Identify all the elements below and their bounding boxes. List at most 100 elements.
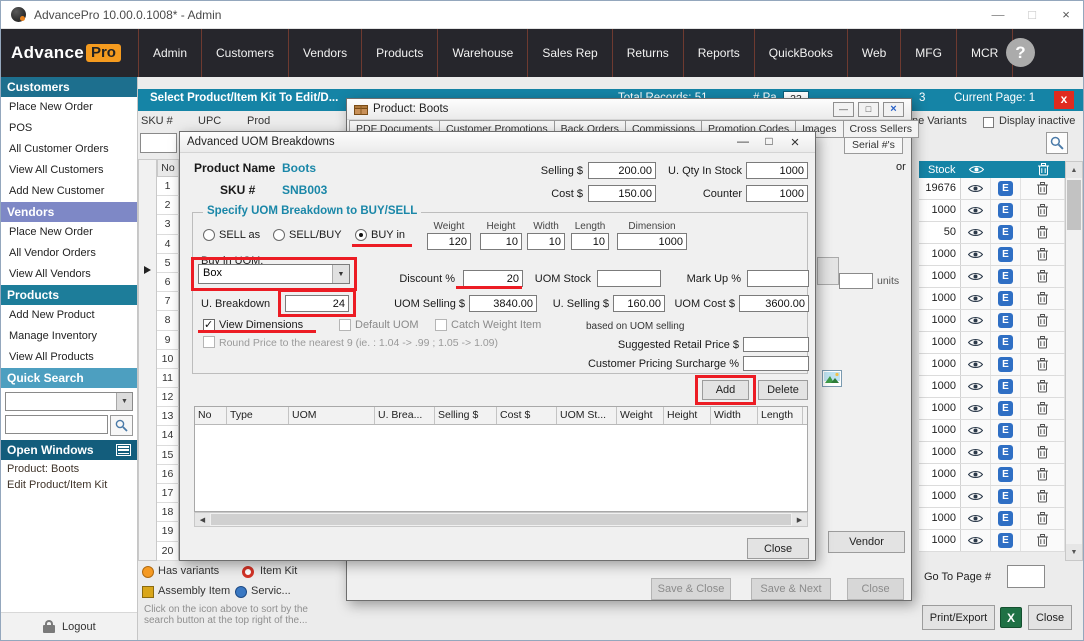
delete-row-button[interactable] <box>1021 486 1065 507</box>
edit-row-button[interactable] <box>991 222 1021 243</box>
edit-row-button[interactable] <box>991 508 1021 529</box>
edit-row-button[interactable] <box>991 420 1021 441</box>
uom-grid-column-header[interactable]: Type <box>227 407 289 424</box>
view-row-button[interactable] <box>961 178 991 199</box>
chevron-down-icon[interactable]: ▼ <box>116 393 132 410</box>
sidebar-item[interactable]: All Customer Orders <box>1 139 137 160</box>
product-dialog-titlebar[interactable]: Product: Boots — □ × <box>347 99 911 120</box>
edit-row-button[interactable] <box>991 310 1021 331</box>
row-number-cell[interactable]: 19 <box>157 522 179 541</box>
u-breakdown-field[interactable]: 24 <box>285 295 349 312</box>
column-prod[interactable]: Prod <box>247 115 270 127</box>
row-number-cell[interactable]: 13 <box>157 407 179 426</box>
nav-menu-item[interactable]: Sales Rep <box>528 29 612 77</box>
chevron-down-icon[interactable]: ▼ <box>332 265 349 283</box>
uom-grid-column-header[interactable]: Selling $ <box>435 407 497 424</box>
sidebar-item[interactable]: Place New Order <box>1 222 137 243</box>
horizontal-scrollbar[interactable]: ◀ ▶ <box>194 512 808 527</box>
row-number-cell[interactable]: 15 <box>157 446 179 465</box>
radio-buy-in[interactable]: BUY in <box>355 229 405 241</box>
default-uom-checkbox[interactable]: Default UOM <box>339 319 419 331</box>
go-to-page-input[interactable] <box>1007 565 1045 588</box>
discount-field[interactable]: 20 <box>463 270 523 287</box>
delete-row-button[interactable] <box>1021 266 1065 287</box>
sidebar-item[interactable]: View All Products <box>1 347 137 368</box>
row-number-cell[interactable]: 6 <box>157 273 179 292</box>
product-image-icon[interactable] <box>822 370 842 392</box>
nav-menu-item[interactable]: Returns <box>613 29 684 77</box>
edit-row-button[interactable] <box>991 354 1021 375</box>
cost-field[interactable]: 150.00 <box>588 185 656 202</box>
qty-in-stock-field[interactable]: 1000 <box>746 162 808 179</box>
close-grid-button[interactable]: x <box>1054 91 1074 109</box>
edit-row-button[interactable] <box>991 244 1021 265</box>
display-inactive-checkbox[interactable] <box>983 117 994 128</box>
sidebar-item[interactable]: Add New Customer <box>1 181 137 202</box>
row-number-cell[interactable]: 16 <box>157 465 179 484</box>
logout-button[interactable]: Logout <box>1 612 137 640</box>
uom-grid-column-header[interactable]: U. Brea... <box>375 407 435 424</box>
close-product-button[interactable]: Close <box>847 578 904 600</box>
selling-field[interactable]: 200.00 <box>588 162 656 179</box>
delete-row-button[interactable] <box>1021 464 1065 485</box>
nav-menu-item[interactable]: Web <box>848 29 901 77</box>
radio-sell-as[interactable]: SELL as <box>203 229 260 241</box>
row-number-cell[interactable]: 2 <box>157 196 179 215</box>
uom-grid-column-header[interactable]: Cost $ <box>497 407 557 424</box>
uom-dialog-titlebar[interactable]: Advanced UOM Breakdowns — □ × <box>180 132 815 153</box>
save-next-button[interactable]: Save & Next <box>751 578 831 600</box>
scroll-up-icon[interactable]: ▲ <box>1066 162 1082 178</box>
delete-row-button[interactable] <box>1021 376 1065 397</box>
sidebar-item[interactable]: Place New Order <box>1 97 137 118</box>
row-number-cell[interactable]: 10 <box>157 350 179 369</box>
view-row-button[interactable] <box>961 508 991 529</box>
delete-row-button[interactable] <box>1021 310 1065 331</box>
close-uom-button[interactable]: Close <box>747 538 809 559</box>
vendor-button[interactable]: Vendor <box>828 531 905 553</box>
scroll-left-icon[interactable]: ◀ <box>195 513 210 526</box>
delete-row-button[interactable] <box>1021 354 1065 375</box>
excel-export-icon[interactable]: X <box>1000 607 1022 628</box>
edit-row-button[interactable] <box>991 486 1021 507</box>
stock-header-label[interactable]: Stock <box>919 161 961 178</box>
row-number-cell[interactable]: 11 <box>157 369 179 388</box>
row-number-cell[interactable]: 4 <box>157 235 179 254</box>
vertical-scrollbar[interactable]: ▲ ▼ <box>1065 161 1083 561</box>
view-row-button[interactable] <box>961 288 991 309</box>
delete-row-button[interactable] <box>1021 178 1065 199</box>
delete-row-button[interactable] <box>1021 420 1065 441</box>
view-row-button[interactable] <box>961 354 991 375</box>
list-icon[interactable] <box>116 444 131 456</box>
open-window-item[interactable]: Product: Boots <box>1 462 137 476</box>
maximize-button[interactable]: □ <box>858 102 879 117</box>
close-page-button[interactable]: Close <box>1028 605 1072 630</box>
buy-in-uom-dropdown[interactable]: Box ▼ <box>198 264 350 284</box>
view-row-button[interactable] <box>961 200 991 221</box>
units-field[interactable] <box>839 273 873 289</box>
view-row-button[interactable] <box>961 244 991 265</box>
sidebar-item[interactable]: View All Customers <box>1 160 137 181</box>
u-selling-field[interactable]: 160.00 <box>613 295 665 312</box>
sidebar-item[interactable]: Manage Inventory <box>1 326 137 347</box>
minimize-button[interactable]: — <box>981 1 1015 28</box>
quick-search-input[interactable] <box>5 415 108 434</box>
delete-row-button[interactable] <box>1021 222 1065 243</box>
open-window-item[interactable]: Edit Product/Item Kit <box>1 478 137 492</box>
uom-grid-column-header[interactable]: Width <box>711 407 758 424</box>
row-number-cell[interactable]: 12 <box>157 388 179 407</box>
catch-weight-checkbox[interactable]: Catch Weight Item <box>435 319 541 331</box>
edit-row-button[interactable] <box>991 266 1021 287</box>
add-button[interactable]: Add <box>702 380 749 400</box>
view-row-button[interactable] <box>961 266 991 287</box>
tab-serial-numbers[interactable]: Serial #'s <box>844 137 903 154</box>
surcharge-field[interactable] <box>743 356 809 371</box>
delete-row-button[interactable] <box>1021 332 1065 353</box>
dimension-field[interactable]: 1000 <box>617 233 687 250</box>
view-row-button[interactable] <box>961 398 991 419</box>
edit-row-button[interactable] <box>991 332 1021 353</box>
delete-row-button[interactable] <box>1021 442 1065 463</box>
row-number-cell[interactable]: 7 <box>157 292 179 311</box>
sidebar-item[interactable]: Add New Product <box>1 305 137 326</box>
minimize-button[interactable]: — <box>730 134 756 151</box>
delete-row-button[interactable] <box>1021 288 1065 309</box>
